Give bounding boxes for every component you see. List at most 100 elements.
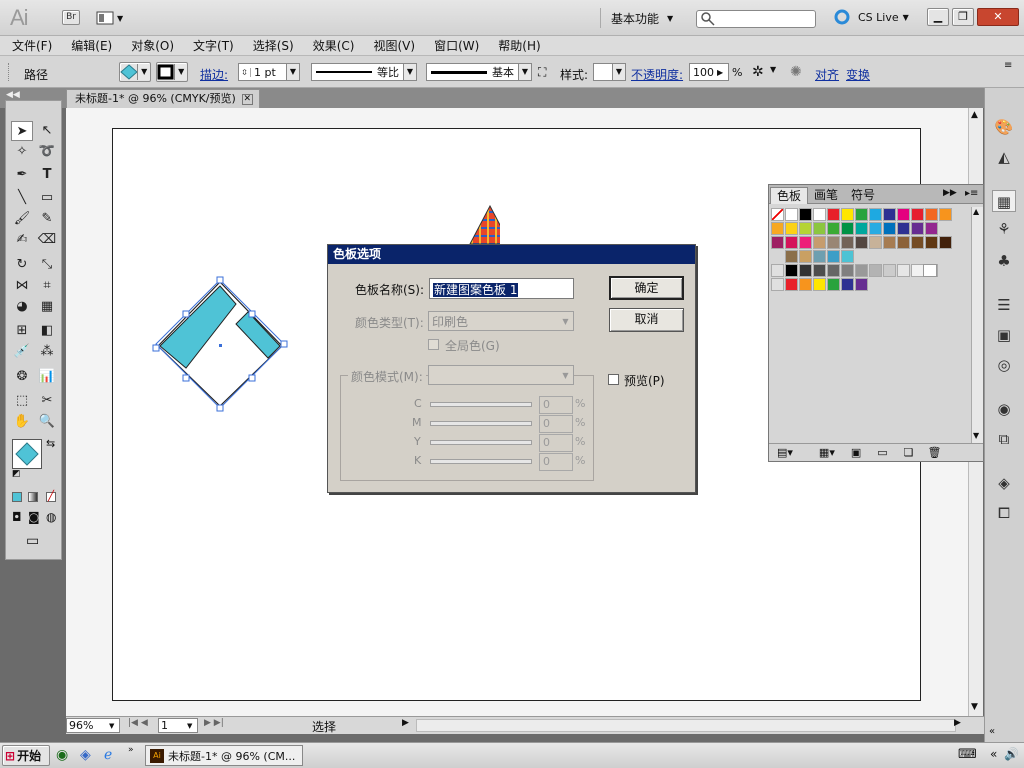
swatch[interactable] [813, 278, 826, 291]
swatch[interactable] [883, 264, 896, 277]
swatch[interactable] [883, 236, 896, 249]
selection-tool-icon[interactable]: ➤ [11, 121, 33, 141]
swatch[interactable] [897, 222, 910, 235]
shape-builder-tool-icon[interactable]: ◕ [11, 297, 33, 317]
align-panel-link[interactable]: 对齐 [815, 66, 839, 84]
scale-tool-icon[interactable]: ⤡ [36, 255, 58, 275]
swatch[interactable] [923, 264, 937, 277]
swatch[interactable] [911, 236, 924, 249]
gradient-panel-icon[interactable]: ▣ [992, 324, 1016, 346]
swatch[interactable] [869, 222, 882, 235]
swatch[interactable] [799, 250, 812, 263]
transparency-panel-icon[interactable]: ◎ [992, 354, 1016, 376]
scroll-up-icon[interactable]: ▲ [971, 110, 978, 120]
direct-selection-tool-icon[interactable]: ↖ [36, 121, 58, 141]
scroll-down-icon[interactable]: ▼ [973, 431, 979, 440]
browser-shortcut-icon[interactable]: ◈ [80, 747, 91, 763]
swatch[interactable] [841, 250, 854, 263]
recolor-artwork-icon[interactable]: ✺ [790, 64, 802, 82]
next-artboard-icon[interactable]: ▶ ▶| [204, 718, 224, 728]
pen-tool-icon[interactable]: ✒ [11, 165, 33, 185]
close-button[interactable]: ✕ [977, 8, 1019, 26]
expand-dock-icon[interactable]: « [989, 726, 995, 737]
opacity-panel-link[interactable]: 不透明度: [631, 66, 683, 84]
stepper-icon[interactable]: ⇳ [239, 67, 251, 77]
delete-swatch-icon[interactable]: 🗑 [928, 446, 942, 459]
graphic-styles-panel-icon[interactable]: ⧉ [992, 428, 1016, 450]
paintbrush-tool-icon[interactable]: 🖌 [11, 209, 33, 229]
fill-color-picker[interactable]: ▼ [119, 62, 151, 82]
quick-launch-more-icon[interactable]: » [128, 745, 134, 755]
default-colors-icon[interactable]: ◩ [12, 469, 21, 479]
swatch[interactable] [771, 222, 784, 235]
workspace-switcher[interactable]: 基本功能 ▼ [600, 8, 680, 28]
menu-select[interactable]: 选择(S) [253, 37, 294, 54]
first-artboard-icon[interactable]: |◀ ◀ [128, 718, 148, 728]
swatch[interactable] [813, 208, 826, 221]
symbols-panel-icon[interactable]: ♣ [992, 250, 1016, 272]
chevron-down-icon[interactable]: ▼ [286, 64, 299, 80]
swatch[interactable] [911, 222, 924, 235]
anchor-point[interactable] [152, 344, 160, 352]
menu-object[interactable]: 对象(O) [131, 37, 174, 54]
swatch[interactable] [827, 264, 840, 277]
blob-brush-tool-icon[interactable]: ✍ [11, 230, 33, 250]
arrange-documents-button[interactable]: ▼ [96, 9, 128, 27]
symbol-sprayer-tool-icon[interactable]: ❂ [11, 367, 33, 387]
swatch[interactable] [841, 208, 854, 221]
swatch[interactable] [785, 264, 798, 277]
taskbar-illustrator-item[interactable]: Ai 未标题-1* @ 96% (CM... [145, 745, 303, 766]
swatch-libraries-icon[interactable]: ▤▾ [777, 446, 793, 459]
menu-window[interactable]: 窗口(W) [434, 37, 479, 54]
chevron-down-icon[interactable]: ▼ [187, 722, 197, 730]
swatch[interactable] [813, 222, 826, 235]
color-panel-icon[interactable]: ◭ [992, 146, 1016, 168]
expand-panel-icon[interactable]: ▶▶ [943, 188, 957, 198]
anchor-point[interactable] [248, 310, 256, 318]
scroll-up-icon[interactable]: ▲ [973, 207, 979, 216]
swatch[interactable] [855, 236, 868, 249]
swatch[interactable] [855, 278, 868, 291]
minimize-button[interactable]: ▁ [927, 8, 949, 26]
panel-gripper[interactable] [8, 63, 12, 81]
swatch[interactable] [855, 264, 868, 277]
rotate-tool-icon[interactable]: ↻ [11, 255, 33, 275]
cyan-value-field[interactable]: 0 [539, 396, 573, 414]
perspective-grid-tool-icon[interactable]: ▦ [36, 297, 58, 317]
swatch-options-icon[interactable]: ▣ [851, 446, 861, 459]
rectangle-tool-icon[interactable]: ▭ [36, 188, 58, 208]
swatch[interactable] [925, 222, 938, 235]
black-value-field[interactable]: 0 [539, 453, 573, 471]
swatch[interactable] [939, 236, 952, 249]
horizontal-scrollbar[interactable] [416, 719, 956, 732]
magenta-value-field[interactable]: 0 [539, 415, 573, 433]
graphic-style-picker[interactable]: ▼ [593, 63, 626, 81]
global-color-checkbox[interactable] [428, 339, 439, 350]
type-tool-icon[interactable]: T [36, 165, 58, 185]
free-transform-tool-icon[interactable]: ⌗ [36, 276, 58, 296]
swatch[interactable] [799, 278, 812, 291]
new-color-group-icon[interactable]: ▭ [877, 446, 887, 459]
swatch[interactable] [785, 250, 798, 263]
anchor-point[interactable] [248, 374, 256, 382]
menu-type[interactable]: 文字(T) [193, 37, 234, 54]
swatch[interactable] [855, 222, 868, 235]
draw-behind-icon[interactable]: ◙ [28, 510, 40, 524]
swatch[interactable] [827, 222, 840, 235]
swatch[interactable] [827, 208, 840, 221]
menu-help[interactable]: 帮助(H) [498, 37, 540, 54]
swatch[interactable] [785, 222, 798, 235]
appearance-panel-icon[interactable]: ◉ [992, 398, 1016, 420]
swatch[interactable] [869, 208, 882, 221]
swatch[interactable] [897, 264, 910, 277]
pattern-triangle[interactable] [469, 204, 500, 245]
zoom-field[interactable]: 96% ▼ [66, 718, 120, 733]
swatch[interactable] [827, 236, 840, 249]
zoom-tool-icon[interactable]: 🔍 [36, 412, 58, 432]
swatch[interactable] [827, 250, 840, 263]
swatch[interactable] [925, 208, 938, 221]
anchor-point[interactable] [182, 310, 190, 318]
stroke-weight-field[interactable]: ⇳ 1 pt ▼ [238, 63, 300, 81]
swatch[interactable] [799, 264, 812, 277]
swatch[interactable] [897, 236, 910, 249]
